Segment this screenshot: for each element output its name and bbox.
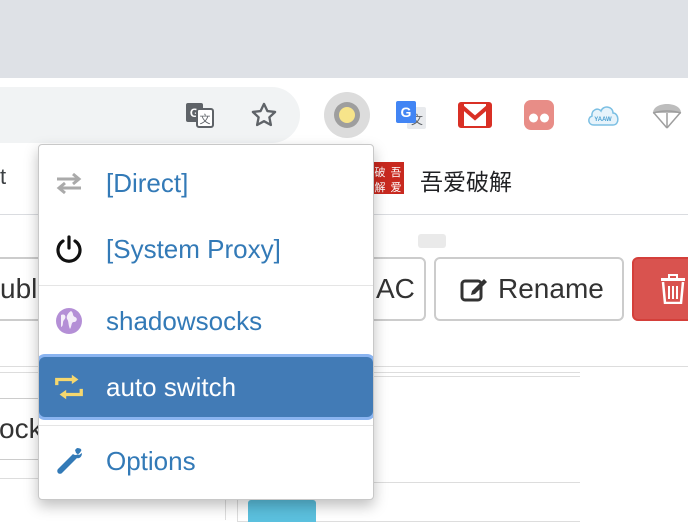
retweet-icon [53,371,85,403]
menu-item-label: shadowsocks [106,305,263,336]
menu-item-label: Options [106,445,196,476]
vk-icon[interactable] [516,92,562,138]
wrench-icon [53,445,85,477]
menu-item-auto-switch[interactable]: auto switch [39,357,373,417]
svg-text:YAAW: YAAW [594,117,612,123]
switch-arrows-icon [53,167,85,199]
bookmark-label-partial[interactable]: t [0,164,6,190]
globe-icon [53,305,85,337]
star-icon[interactable] [246,97,282,133]
google-translate-icon[interactable]: 文 G [388,92,434,138]
yaaw-cloud-icon[interactable]: YAAW [580,92,626,138]
svg-text:解: 解 [375,180,386,194]
pac-button-label: AC [376,273,415,304]
bookmark-52pojie[interactable]: 吾爱破解 [420,163,512,197]
delete-button[interactable] [632,257,688,321]
svg-text:文: 文 [200,112,211,126]
gmail-icon[interactable] [452,92,498,138]
menu-item-label: [Direct] [106,167,189,198]
proxy-popup-menu: [Direct] [System Proxy] shadowsocks auto… [38,144,374,500]
edit-icon [460,275,488,303]
52pojie-logo-icon[interactable]: 破 吾 解 爱 [372,162,404,194]
menu-item-options[interactable]: Options [39,431,373,491]
parachute-icon[interactable] [644,92,688,138]
menu-item-direct[interactable]: [Direct] [39,153,373,213]
power-icon [53,233,85,265]
menu-item-shadowsocks[interactable]: shadowsocks [39,291,373,351]
svg-text:G: G [401,104,412,120]
page-tab-fragment [418,234,446,248]
trash-icon [660,274,686,304]
svg-text:爱: 爱 [391,181,402,194]
menu-item-label: auto switch [106,371,237,402]
menu-divider [39,425,373,426]
rename-button[interactable]: Rename [434,257,624,321]
info-button[interactable] [248,500,316,522]
google-translate-icon[interactable]: G 文 [182,97,218,133]
svg-text:破: 破 [375,165,386,179]
menu-divider [39,285,373,286]
rename-button-label: Rename [498,273,604,304]
menu-item-label: [System Proxy] [106,233,281,264]
menu-item-system-proxy[interactable]: [System Proxy] [39,219,373,279]
proxy-switcher-icon[interactable] [324,92,370,138]
svg-text:吾: 吾 [391,166,402,179]
tab-strip [0,0,688,78]
